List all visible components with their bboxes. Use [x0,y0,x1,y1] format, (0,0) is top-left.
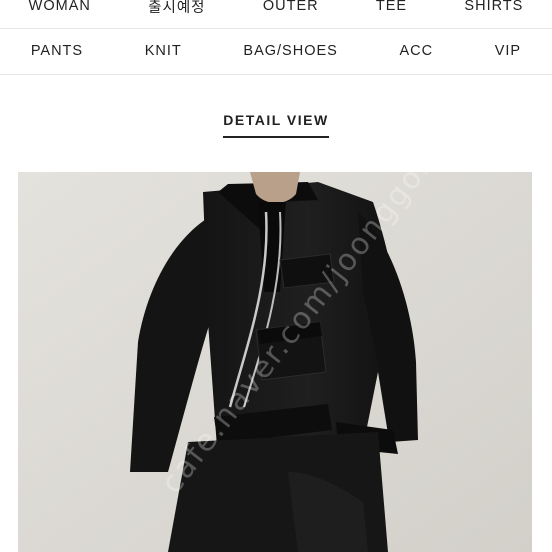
nav-item-upcoming[interactable]: 출시예정 [148,0,205,17]
nav-item-bag-shoes[interactable]: BAG/SHOES [243,43,337,59]
nav-item-tee[interactable]: TEE [376,0,407,14]
nav-item-pants[interactable]: PANTS [31,43,83,59]
nav-divider [0,28,552,29]
nav-item-vip[interactable]: VIP [495,43,521,59]
nav-item-woman[interactable]: WOMAN [29,0,91,14]
nav-item-knit[interactable]: KNIT [145,43,182,59]
nav-item-outer[interactable]: OUTER [263,0,319,14]
nav-item-shirts[interactable]: SHIRTS [464,0,523,14]
nav-divider [0,74,552,75]
product-photo: cafe.naver.com/joonggonara [18,172,532,552]
detail-view-title: DETAIL VIEW [223,112,329,138]
category-nav-row-2: PANTS KNIT BAG/SHOES ACC VIP [0,36,552,66]
nav-item-acc[interactable]: ACC [399,43,433,59]
detail-view-header: DETAIL VIEW [0,112,552,138]
category-nav-row-1: WOMAN 출시예정 OUTER TEE SHIRTS [0,0,552,18]
